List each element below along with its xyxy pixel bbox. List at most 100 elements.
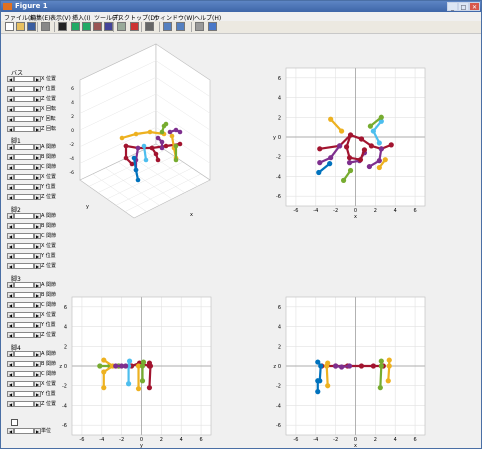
show-plot-icon[interactable] [208,22,217,31]
increment-button[interactable]: ▶ [34,164,41,170]
save-icon[interactable] [27,22,36,31]
increment-button[interactable]: ▶ [34,263,41,269]
increment-button[interactable]: ▶ [34,243,41,249]
increment-button[interactable]: ▶ [34,428,41,434]
increment-button[interactable]: ▶ [34,391,41,397]
increment-button[interactable]: ▶ [34,223,41,229]
slider-track[interactable] [14,292,34,298]
increment-button[interactable]: ▶ [34,282,41,288]
decrement-button[interactable]: ◀ [7,96,14,102]
increment-button[interactable]: ▶ [34,401,41,407]
increment-button[interactable]: ▶ [34,144,41,150]
slider-track[interactable] [14,361,34,367]
slider-track[interactable] [14,253,34,259]
maximize-button[interactable]: □ [458,2,469,11]
increment-button[interactable]: ▶ [34,96,41,102]
decrement-button[interactable]: ◀ [7,302,14,308]
decrement-button[interactable]: ◀ [7,164,14,170]
slider-track[interactable] [14,428,34,434]
slider-track[interactable] [14,263,34,269]
hide-plot-icon[interactable] [195,22,204,31]
decrement-button[interactable]: ◀ [7,332,14,338]
title-bar[interactable]: Figure 1 _ □ ✕ [1,1,481,12]
slider-track[interactable] [14,401,34,407]
decrement-button[interactable]: ◀ [7,126,14,132]
decrement-button[interactable]: ◀ [7,106,14,112]
increment-button[interactable]: ▶ [34,76,41,82]
brush-icon[interactable] [130,22,139,31]
slider-track[interactable] [14,116,34,122]
increment-button[interactable]: ▶ [34,213,41,219]
increment-button[interactable]: ▶ [34,351,41,357]
decrement-button[interactable]: ◀ [7,312,14,318]
units-checkbox[interactable] [11,419,18,426]
decrement-button[interactable]: ◀ [7,174,14,180]
increment-button[interactable]: ▶ [34,86,41,92]
axes-iso[interactable]: -6 -4 -2 0 2 4 6 x y [70,43,222,238]
decrement-button[interactable]: ◀ [7,282,14,288]
decrement-button[interactable]: ◀ [7,76,14,82]
slider-track[interactable] [14,223,34,229]
slider-track[interactable] [14,312,34,318]
slider-track[interactable] [14,86,34,92]
axes-xy[interactable]: -6 -6 -4 -4 -2 -2 0 0 2 2 4 4 6 6 x y [273,67,426,220]
slider-track[interactable] [14,282,34,288]
pointer-icon[interactable] [58,22,67,31]
slider-track[interactable] [14,126,34,132]
slider-track[interactable] [14,302,34,308]
decrement-button[interactable]: ◀ [7,116,14,122]
slider-track[interactable] [14,184,34,190]
decrement-button[interactable]: ◀ [7,86,14,92]
colorbar-icon[interactable] [163,22,172,31]
increment-button[interactable]: ▶ [34,106,41,112]
increment-button[interactable]: ▶ [34,322,41,328]
decrement-button[interactable]: ◀ [7,144,14,150]
slider-track[interactable] [14,322,34,328]
legend-icon[interactable] [176,22,185,31]
close-button[interactable]: ✕ [469,2,480,11]
decrement-button[interactable]: ◀ [7,428,14,434]
slider-track[interactable] [14,96,34,102]
slider-track[interactable] [14,332,34,338]
decrement-button[interactable]: ◀ [7,184,14,190]
decrement-button[interactable]: ◀ [7,243,14,249]
decrement-button[interactable]: ◀ [7,292,14,298]
print-icon[interactable] [41,22,50,31]
decrement-button[interactable]: ◀ [7,381,14,387]
decrement-button[interactable]: ◀ [7,361,14,367]
link-icon[interactable] [145,22,154,31]
increment-button[interactable]: ▶ [34,194,41,200]
slider-track[interactable] [14,233,34,239]
decrement-button[interactable]: ◀ [7,351,14,357]
decrement-button[interactable]: ◀ [7,322,14,328]
increment-button[interactable]: ▶ [34,332,41,338]
increment-button[interactable]: ▶ [34,233,41,239]
increment-button[interactable]: ▶ [34,184,41,190]
slider-track[interactable] [14,106,34,112]
zoom-out-icon[interactable] [82,22,91,31]
slider-track[interactable] [14,351,34,357]
increment-button[interactable]: ▶ [34,116,41,122]
slider-track[interactable] [14,154,34,160]
decrement-button[interactable]: ◀ [7,154,14,160]
new-icon[interactable] [5,22,14,31]
increment-button[interactable]: ▶ [34,253,41,259]
decrement-button[interactable]: ◀ [7,253,14,259]
slider-track[interactable] [14,371,34,377]
datatip-icon[interactable] [117,22,126,31]
increment-button[interactable]: ▶ [34,154,41,160]
slider-track[interactable] [14,144,34,150]
decrement-button[interactable]: ◀ [7,213,14,219]
increment-button[interactable]: ▶ [34,302,41,308]
slider-track[interactable] [14,194,34,200]
minimize-button[interactable]: _ [447,2,458,11]
slider-track[interactable] [14,164,34,170]
slider-track[interactable] [14,391,34,397]
increment-button[interactable]: ▶ [34,312,41,318]
decrement-button[interactable]: ◀ [7,194,14,200]
pan-icon[interactable] [93,22,102,31]
increment-button[interactable]: ▶ [34,381,41,387]
slider-track[interactable] [14,174,34,180]
slider-track[interactable] [14,76,34,82]
decrement-button[interactable]: ◀ [7,391,14,397]
